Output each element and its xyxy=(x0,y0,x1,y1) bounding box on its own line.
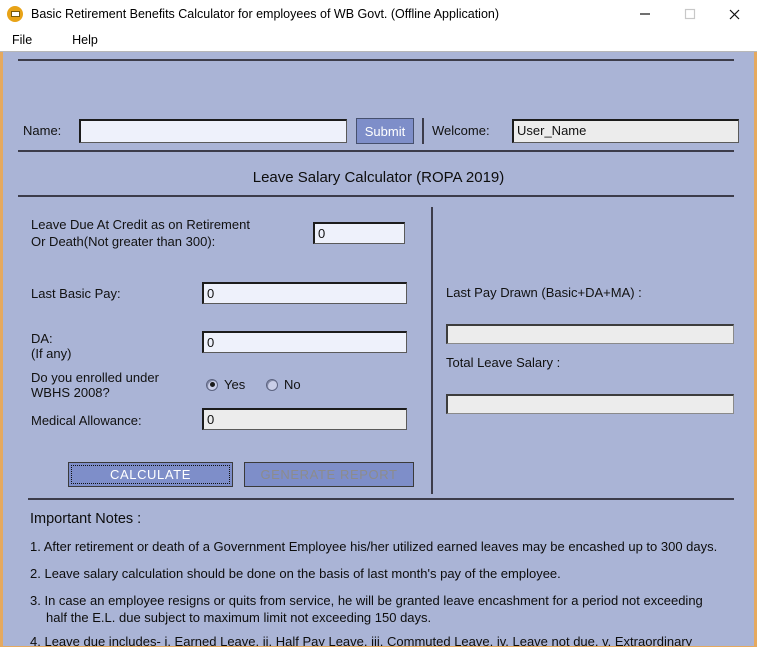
form-body: Name: Submit Welcome: User_Name Leave Sa… xyxy=(0,52,757,647)
note-1-number: 1. xyxy=(30,539,41,554)
note-item-4: 4. Leave due includes- i. Earned Leave, … xyxy=(30,633,740,647)
note-2-text: Leave salary calculation should be done … xyxy=(44,566,561,581)
radio-no-indicator-icon xyxy=(266,378,278,391)
radio-wbhs-yes[interactable]: Yes xyxy=(206,377,245,392)
da-input[interactable]: 0 xyxy=(202,331,407,353)
close-button[interactable] xyxy=(712,0,757,28)
note-item-2: 2. Leave salary calculation should be do… xyxy=(30,565,740,582)
leave-due-input[interactable]: 0 xyxy=(313,222,405,244)
radio-yes-indicator-icon xyxy=(206,378,218,391)
menu-bar: File Help xyxy=(0,29,757,52)
note-item-1: 1. After retirement or death of a Govern… xyxy=(30,538,740,555)
name-input[interactable] xyxy=(79,119,347,143)
menu-item-file[interactable]: File xyxy=(9,31,41,49)
last-pay-drawn-label: Last Pay Drawn (Basic+DA+MA) : xyxy=(446,285,642,300)
calculate-button-label: CALCULATE xyxy=(109,467,191,482)
welcome-value: User_Name xyxy=(512,119,739,143)
radio-yes-label: Yes xyxy=(224,377,246,392)
window-controls xyxy=(622,0,757,28)
note-3-text: In case an employee resigns or quits fro… xyxy=(44,593,703,608)
last-basic-pay-input[interactable]: 0 xyxy=(202,282,407,304)
leave-due-label-line1: Leave Due At Credit as on Retirement xyxy=(31,217,250,232)
wbhs-label-line2: WBHS 2008? xyxy=(31,385,110,400)
divider-above-notes xyxy=(28,498,734,500)
note-item-3-continued: half the E.L. due subject to maximum lim… xyxy=(46,610,432,625)
note-1-text: After retirement or death of a Governmen… xyxy=(43,539,718,554)
medical-allowance-input[interactable]: 0 xyxy=(202,408,407,430)
total-leave-salary-output xyxy=(446,394,734,414)
calculate-button[interactable]: CALCULATE xyxy=(68,462,233,487)
last-pay-drawn-output xyxy=(446,324,734,344)
da-label-line2: (If any) xyxy=(31,346,72,361)
name-label: Name: xyxy=(23,123,62,138)
note-3-number: 3. xyxy=(30,593,41,608)
welcome-label: Welcome: xyxy=(432,123,490,138)
radio-wbhs-no[interactable]: No xyxy=(266,377,301,392)
divider-vertical-topbar xyxy=(422,118,424,144)
application-window: Basic Retirement Benefits Calculator for… xyxy=(0,0,757,647)
divider-top xyxy=(18,59,734,61)
divider-below-topbar xyxy=(18,150,734,152)
minimize-button[interactable] xyxy=(622,0,667,28)
total-leave-salary-label: Total Leave Salary : xyxy=(446,355,561,370)
title-bar: Basic Retirement Benefits Calculator for… xyxy=(0,0,757,29)
notes-heading: Important Notes : xyxy=(30,511,142,527)
note-2-number: 2. xyxy=(30,566,41,581)
radio-no-label: No xyxy=(284,377,301,392)
generate-report-button[interactable]: GENERATE REPORT xyxy=(244,462,414,487)
section-title: Leave Salary Calculator (ROPA 2019) xyxy=(252,169,505,186)
app-logo-icon xyxy=(7,6,23,22)
submit-button[interactable]: Submit xyxy=(356,118,414,144)
maximize-button[interactable] xyxy=(667,0,712,28)
da-label-line1: DA: xyxy=(31,331,53,346)
wbhs-label-line1: Do you enrolled under xyxy=(31,370,159,385)
divider-below-section-title xyxy=(18,195,734,197)
note-item-3: 3. In case an employee resigns or quits … xyxy=(30,592,740,609)
medical-allowance-label: Medical Allowance: xyxy=(31,413,142,428)
window-title: Basic Retirement Benefits Calculator for… xyxy=(31,7,500,21)
note-4-text: Leave due includes- i. Earned Leave, ii.… xyxy=(44,634,693,647)
note-4-number: 4. xyxy=(30,634,41,647)
leave-due-label-line2: Or Death(Not greater than 300): xyxy=(31,234,216,249)
menu-item-help[interactable]: Help xyxy=(69,31,107,49)
last-basic-pay-label: Last Basic Pay: xyxy=(31,286,121,301)
divider-vertical-main xyxy=(431,207,433,494)
generate-report-button-label: GENERATE REPORT xyxy=(260,467,398,482)
